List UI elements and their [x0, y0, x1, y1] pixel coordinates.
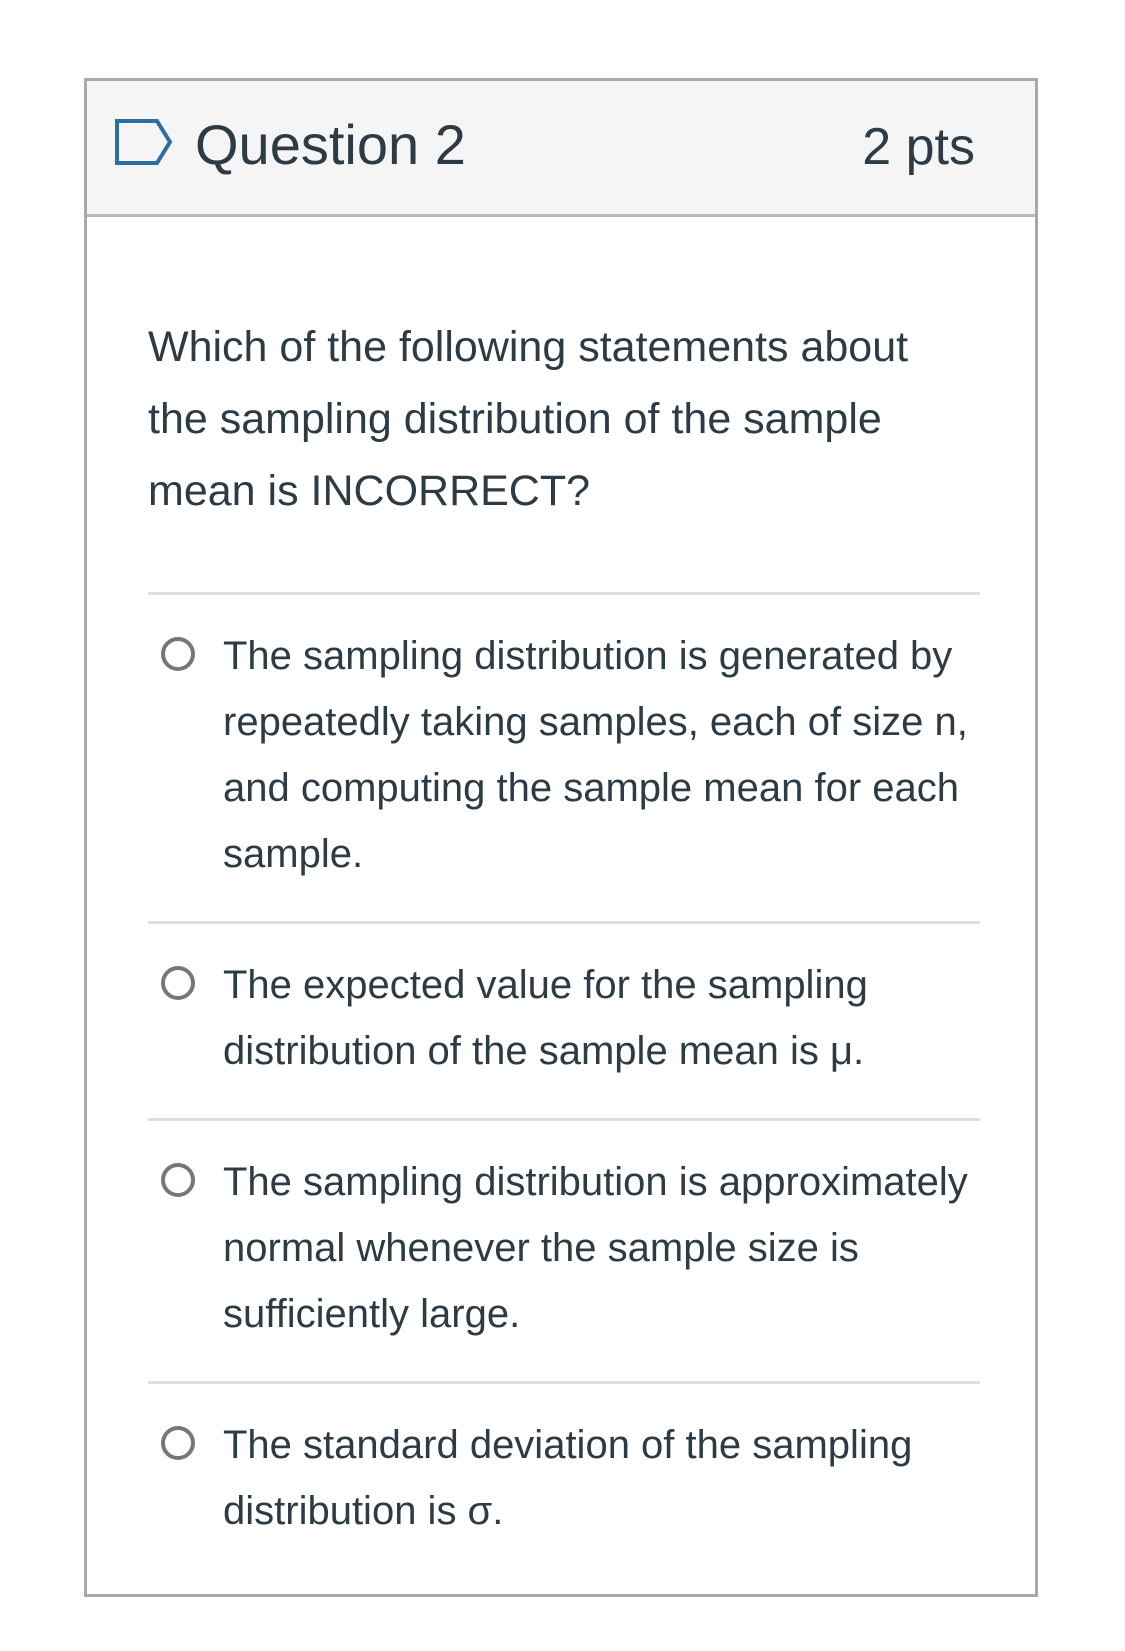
- answer-option[interactable]: The sampling distribution is approximate…: [148, 1118, 980, 1381]
- answer-option[interactable]: The sampling distribution is generated b…: [148, 592, 980, 921]
- answer-label[interactable]: The standard deviation of the sampling d…: [223, 1412, 980, 1544]
- radio-button[interactable]: [161, 1163, 195, 1197]
- answer-option[interactable]: The standard deviation of the sampling d…: [148, 1381, 980, 1564]
- question-points: 2 pts: [862, 118, 975, 176]
- answer-option[interactable]: The expected value for the sampling dist…: [148, 921, 980, 1118]
- answer-list: The sampling distribution is generated b…: [148, 592, 980, 1564]
- answer-label[interactable]: The sampling distribution is approximate…: [223, 1149, 980, 1347]
- question-text: Which of the following statements about …: [148, 323, 909, 515]
- radio-button[interactable]: [161, 1426, 195, 1460]
- question-header: Question 2 2 pts: [87, 81, 1035, 217]
- flag-outline-icon[interactable]: [113, 117, 175, 167]
- answer-label[interactable]: The sampling distribution is generated b…: [223, 623, 980, 887]
- question-title: Question 2: [195, 113, 466, 176]
- radio-button[interactable]: [161, 637, 195, 671]
- question-card: Question 2 2 pts Which of the following …: [84, 78, 1038, 1597]
- radio-button[interactable]: [161, 966, 195, 1000]
- answer-label[interactable]: The expected value for the sampling dist…: [223, 952, 980, 1084]
